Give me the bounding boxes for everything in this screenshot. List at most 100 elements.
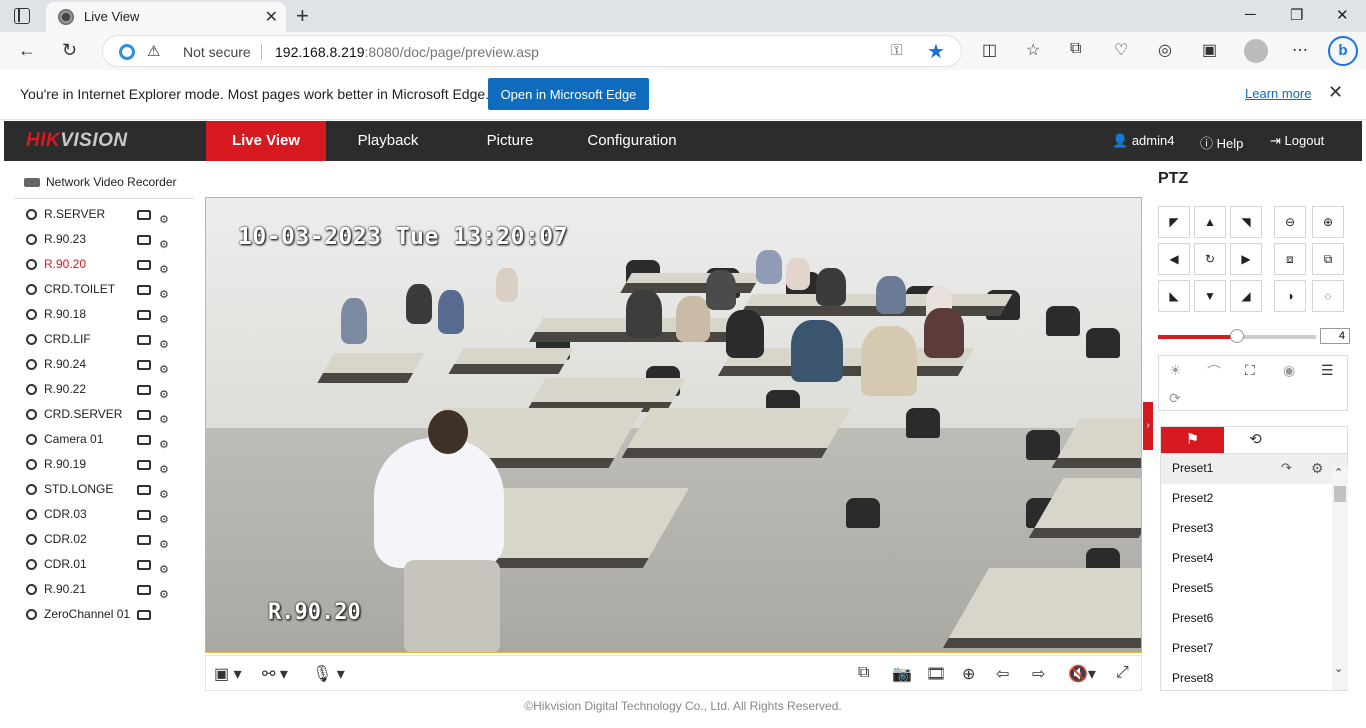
close-banner-icon[interactable]: ✕: [1328, 82, 1343, 103]
start-preview-icon[interactable]: [137, 410, 151, 420]
camera-item[interactable]: R.90.22 ⚙: [24, 377, 194, 402]
open-in-edge-button[interactable]: Open in Microsoft Edge: [488, 78, 649, 110]
tab-actions-icon[interactable]: [14, 8, 30, 24]
preset-item[interactable]: Preset8: [1161, 664, 1347, 690]
close-tab-icon[interactable]: ✕: [265, 7, 278, 27]
copilot-icon[interactable]: ◎: [1158, 40, 1172, 60]
stream-config-icon[interactable]: ⚙: [159, 533, 173, 551]
stream-config-icon[interactable]: ⚙: [159, 433, 173, 451]
start-preview-icon[interactable]: [137, 285, 151, 295]
start-preview-icon[interactable]: [137, 210, 151, 220]
capture-icon[interactable]: 📷: [892, 664, 912, 684]
key-icon[interactable]: ⚿: [891, 42, 902, 59]
camera-item[interactable]: R.90.19 ⚙: [24, 452, 194, 477]
ptz-panel-toggle[interactable]: ›: [1143, 402, 1153, 450]
stream-config-icon[interactable]: ⚙: [159, 333, 173, 351]
start-preview-icon[interactable]: [137, 585, 151, 595]
tab-pattern[interactable]: [1287, 427, 1350, 453]
lens-init-icon[interactable]: ◉: [1283, 362, 1295, 379]
minimize-button[interactable]: ─: [1245, 6, 1256, 23]
start-preview-icon[interactable]: [137, 260, 151, 270]
start-preview-icon[interactable]: [137, 560, 151, 570]
stop-all-preview-icon[interactable]: ⧉: [858, 664, 869, 682]
learn-more-link[interactable]: Learn more: [1245, 86, 1311, 101]
preset-item[interactable]: Preset2: [1161, 484, 1347, 514]
stream-config-icon[interactable]: ⚙: [159, 358, 173, 376]
call-preset-icon[interactable]: ↷: [1281, 454, 1292, 482]
stream-config-icon[interactable]: ⚙: [159, 458, 173, 476]
scroll-down-icon[interactable]: ⌄: [1334, 662, 1343, 675]
performance-icon[interactable]: ♡: [1114, 40, 1128, 60]
focus-far-icon[interactable]: ⧉: [1312, 243, 1344, 275]
ptz-speed-slider[interactable]: [1158, 329, 1316, 343]
start-preview-icon[interactable]: [137, 385, 151, 395]
focus-near-icon[interactable]: ⧈: [1274, 243, 1306, 275]
ptz-left-button[interactable]: ◀: [1158, 243, 1190, 275]
start-preview-icon[interactable]: [137, 485, 151, 495]
camera-item[interactable]: CDR.03 ⚙: [24, 502, 194, 527]
stream-config-icon[interactable]: ⚙: [159, 483, 173, 501]
stream-config-icon[interactable]: ⚙: [159, 283, 173, 301]
help-link[interactable]: ⓘ Help: [1200, 133, 1243, 152]
start-preview-icon[interactable]: [137, 435, 151, 445]
volume-mute-icon[interactable]: 🔇▾: [1068, 664, 1096, 684]
start-preview-icon[interactable]: [137, 360, 151, 370]
camera-item[interactable]: CDR.02 ⚙: [24, 527, 194, 552]
stream-config-icon[interactable]: ⚙: [159, 258, 173, 276]
preset-item[interactable]: Preset7: [1161, 634, 1347, 664]
window-layout-button[interactable]: ▣ ▾: [214, 664, 242, 684]
camera-item[interactable]: R.90.18 ⚙: [24, 302, 194, 327]
start-preview-icon[interactable]: [137, 235, 151, 245]
stream-type-button[interactable]: ⚯ ▾: [262, 664, 288, 684]
stream-config-icon[interactable]: ⚙: [159, 383, 173, 401]
camera-item[interactable]: CDR.01 ⚙: [24, 552, 194, 577]
nav-playback[interactable]: Playback: [328, 121, 448, 161]
collections-icon[interactable]: ⧉: [1070, 40, 1081, 58]
bing-icon[interactable]: b: [1328, 36, 1358, 66]
ptz-down-left-button[interactable]: ◣: [1158, 280, 1190, 312]
menu-icon[interactable]: ☰: [1321, 362, 1334, 379]
more-options-icon[interactable]: ⋯: [1292, 40, 1308, 60]
tree-root-nvr[interactable]: Network Video Recorder: [24, 175, 177, 189]
digital-zoom-icon[interactable]: ⊕: [962, 664, 975, 684]
fullscreen-icon[interactable]: ⤢: [1116, 664, 1129, 682]
tab-preset[interactable]: ⚑: [1161, 427, 1224, 453]
refresh-icon[interactable]: ↻: [62, 40, 77, 61]
microphone-button[interactable]: 🎙 ▾: [312, 664, 345, 684]
set-preset-icon[interactable]: ⚙: [1311, 454, 1324, 482]
camera-item[interactable]: CRD.LIF ⚙: [24, 327, 194, 352]
ptz-up-left-button[interactable]: ◤: [1158, 206, 1190, 238]
ptz-down-right-button[interactable]: ◢: [1230, 280, 1262, 312]
url-text[interactable]: 192.168.8.219:8080/doc/page/preview.asp: [275, 44, 539, 60]
start-preview-icon[interactable]: [137, 335, 151, 345]
ptz-up-right-button[interactable]: ◥: [1230, 206, 1262, 238]
previous-page-icon[interactable]: ⇦: [996, 664, 1009, 684]
3d-positioning-icon[interactable]: ⟳: [1169, 390, 1181, 407]
auxiliary-focus-icon[interactable]: ⛶: [1245, 362, 1255, 379]
ptz-speed-handle[interactable]: [1230, 329, 1244, 343]
camera-item[interactable]: ZeroChannel 01: [24, 602, 194, 627]
stream-config-icon[interactable]: ⚙: [159, 583, 173, 601]
tab-patrol[interactable]: ⟲: [1224, 427, 1287, 453]
iris-close-icon[interactable]: ◌: [1312, 280, 1344, 312]
wiper-icon[interactable]: ⌒: [1207, 362, 1221, 382]
ptz-up-button[interactable]: ▲: [1194, 206, 1226, 238]
record-icon[interactable]: 🎞: [926, 664, 946, 684]
preset-item[interactable]: Preset5: [1161, 574, 1347, 604]
address-bar[interactable]: ⚠ Not secure 192.168.8.219:8080/doc/page…: [102, 35, 962, 67]
start-preview-icon[interactable]: [137, 610, 151, 620]
user-menu[interactable]: 👤 admin4: [1112, 133, 1174, 149]
camera-item[interactable]: R.90.23 ⚙: [24, 227, 194, 252]
nav-configuration[interactable]: Configuration: [572, 121, 692, 161]
not-secure-label[interactable]: Not secure: [183, 44, 251, 60]
profile-avatar[interactable]: [1244, 39, 1268, 63]
ptz-down-button[interactable]: ▼: [1194, 280, 1226, 312]
ie-mode-icon[interactable]: [119, 44, 135, 60]
preset-item[interactable]: Preset6: [1161, 604, 1347, 634]
ptz-right-button[interactable]: ▶: [1230, 243, 1262, 275]
nav-picture[interactable]: Picture: [450, 121, 570, 161]
camera-item[interactable]: R.90.21 ⚙: [24, 577, 194, 602]
logout-link[interactable]: ⇥ Logout: [1270, 133, 1324, 149]
camera-item[interactable]: R.90.20 ⚙: [24, 252, 194, 277]
camera-item[interactable]: STD.LONGE ⚙: [24, 477, 194, 502]
